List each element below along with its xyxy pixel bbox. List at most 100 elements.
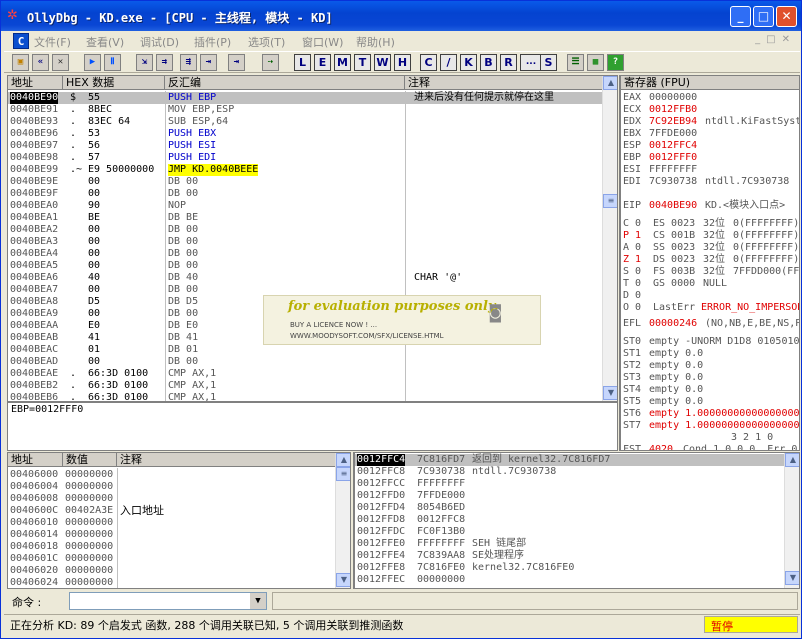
register-row[interactable]: EIP 0040BE90 KD.<模块入口点>	[623, 200, 799, 212]
fpu-row[interactable]: ST1 empty 0.0	[623, 348, 799, 360]
stack-row[interactable]: 0012FFDC FC0F13B0	[355, 526, 784, 538]
disassembly-pane[interactable]: 地址 HEX 数据 反汇编 注释 0040BE90 $55 PUSH EBP 进来后没…	[7, 75, 618, 402]
dump-col-address[interactable]: 地址	[8, 453, 63, 467]
scroll-thumb[interactable]: ≡	[336, 467, 350, 481]
dump-row[interactable]: 0040600C 00402A3E 入口地址	[8, 505, 335, 517]
dump-row[interactable]: 00406018 00000000	[8, 541, 335, 553]
menu-debug[interactable]: 调试(D)	[140, 34, 179, 50]
menu-help[interactable]: 帮助(H)	[356, 34, 395, 50]
window-w-button[interactable]: W	[374, 54, 391, 71]
dump-scrollbar[interactable]: ▲ ≡ ▼	[335, 453, 350, 588]
disasm-row[interactable]: 0040BEA2 00 DB 00	[8, 224, 602, 236]
stack-pane[interactable]: 0012FFC4 7C816FD7 返回到 kernel32.7C816FD7 001…	[353, 452, 800, 589]
fpu-row[interactable]: ST5 empty 0.0	[623, 396, 799, 408]
stack-scrollbar[interactable]: ▲ ▼	[784, 453, 799, 588]
stack-row[interactable]: 0012FFE0 FFFFFFFF SEH 链尾部	[355, 538, 784, 550]
stack-row[interactable]: 0012FFC8 7C930738 ntdll.7C930738	[355, 466, 784, 478]
scroll-down-icon[interactable]: ▼	[603, 386, 617, 400]
stack-row[interactable]: 0012FFE4 7C839AA8 SE处理程序	[355, 550, 784, 562]
disasm-row[interactable]: 0040BEA0 90 NOP	[8, 200, 602, 212]
menu-file[interactable]: 文件(F)	[34, 34, 71, 50]
fpu-row[interactable]: ST7 empty 1.0000000000000000000	[623, 420, 799, 432]
scroll-down-icon[interactable]: ▼	[336, 573, 350, 587]
dump-pane[interactable]: 地址 数值 注释 00406000 00000000 00406004 0000000…	[7, 452, 351, 589]
disasm-row[interactable]: 0040BE93. 83EC 64 SUB ESP,64	[8, 116, 602, 128]
register-row[interactable]: EAX 00000000	[623, 92, 799, 104]
stack-row[interactable]: 0012FFCC FFFFFFFF	[355, 478, 784, 490]
flag-row[interactable]: T 0 GS 0000 NULL	[623, 278, 799, 290]
dump-row[interactable]: 00406024 00000000	[8, 577, 335, 588]
trace-into-icon[interactable]: ⇶	[180, 54, 197, 71]
menu-options[interactable]: 选项(T)	[248, 34, 285, 50]
dump-row[interactable]: 00406008 00000000	[8, 493, 335, 505]
disasm-scrollbar[interactable]: ▲ ≡ ▼	[602, 76, 617, 401]
flag-row[interactable]: D 0	[623, 290, 799, 302]
menu-plugins[interactable]: 插件(P)	[194, 34, 231, 50]
fst-row[interactable]: FST 4020 Cond 1 0 0 0 Err 0	[623, 444, 799, 450]
flag-row[interactable]: A 0 SS 0023 32位 0(FFFFFFFF)	[623, 242, 799, 254]
disasm-row[interactable]: 0040BEA6 40 DB 40 CHAR '@'	[8, 272, 602, 284]
disasm-row[interactable]: 0040BE9E 00 DB 00	[8, 176, 602, 188]
stack-row[interactable]: 0012FFD4 8054B6ED	[355, 502, 784, 514]
step-into-icon[interactable]: ⇲	[136, 54, 153, 71]
register-row[interactable]: EDI 7C930738 ntdll.7C930738	[623, 176, 799, 188]
dump-row[interactable]: 00406020 00000000	[8, 565, 335, 577]
disasm-row[interactable]: 0040BEB2. 66:3D 0100 CMP AX,1	[8, 380, 602, 392]
disasm-row[interactable]: 0040BE96. 53 PUSH EBX	[8, 128, 602, 140]
fpu-row[interactable]: ST0 empty -UNORM D1D8 01050104	[623, 336, 799, 348]
flag-row[interactable]: Z 1 DS 0023 32位 0(FFFFFFFF)	[623, 254, 799, 266]
disasm-row[interactable]: 0040BE99 .~ E9 50000000 JMP KD.0040BEEE	[8, 164, 602, 176]
fpu-row[interactable]: ST6 empty 1.0000000000000000000	[623, 408, 799, 420]
close-button[interactable]: ✕	[776, 6, 797, 27]
disasm-row[interactable]: 0040BE91. 8BEC MOV EBP,ESP	[8, 104, 602, 116]
disasm-row[interactable]: 0040BEAE. 66:3D 0100 CMP AX,1	[8, 368, 602, 380]
window-l-button[interactable]: L	[294, 54, 311, 71]
flag-row[interactable]: P 1 CS 001B 32位 0(FFFFFFFF)	[623, 230, 799, 242]
dump-col-comment[interactable]: 注释	[117, 453, 336, 467]
trace-over-icon[interactable]: ⇥	[200, 54, 217, 71]
command-input[interactable]: ▼	[69, 592, 267, 610]
col-disassembly[interactable]: 反汇编	[165, 76, 405, 90]
efl-row[interactable]: EFL 00000246 (NO,NB,E,BE,NS,PE,GE,LE)	[623, 318, 799, 330]
window-r-button[interactable]: R	[500, 54, 517, 71]
scroll-up-icon[interactable]: ▲	[603, 76, 617, 90]
flag-row[interactable]: O 0 LastErr ERROR_NO_IMPERSONATION	[623, 302, 799, 314]
scroll-down-icon[interactable]: ▼	[785, 571, 799, 585]
col-address[interactable]: 地址	[8, 76, 63, 90]
scroll-up-icon[interactable]: ▲	[336, 453, 350, 467]
disasm-row[interactable]: 0040BE97. 56 PUSH ESI	[8, 140, 602, 152]
goto-icon[interactable]: ⇢	[262, 54, 279, 71]
step-over-icon[interactable]: ⇉	[156, 54, 173, 71]
minimize-button[interactable]: _	[730, 6, 751, 27]
disasm-row[interactable]: 0040BEA4 00 DB 00	[8, 248, 602, 260]
col-comment[interactable]: 注释	[405, 76, 603, 90]
dump-row[interactable]: 00406014 00000000	[8, 529, 335, 541]
col-hex[interactable]: HEX 数据	[63, 76, 165, 90]
dump-row[interactable]: 00406010 00000000	[8, 517, 335, 529]
pause-icon[interactable]: Ⅱ	[104, 54, 121, 71]
scroll-thumb[interactable]: ≡	[603, 194, 617, 208]
register-row[interactable]: EDX 7C92EB94 ntdll.KiFastSystemCallRet	[623, 116, 799, 128]
dump-col-value[interactable]: 数值	[63, 453, 117, 467]
menu-window[interactable]: 窗口(W)	[302, 34, 343, 50]
open-icon[interactable]: ▣	[12, 54, 29, 71]
disasm-row[interactable]: 0040BE9F 00 DB 00	[8, 188, 602, 200]
window-e-button[interactable]: E	[314, 54, 331, 71]
mdi-window-controls[interactable]: _□✕	[755, 34, 796, 45]
stack-row[interactable]: 0012FFC4 7C816FD7 返回到 kernel32.7C816FD7	[355, 454, 784, 466]
register-row[interactable]: ESP 0012FFC4	[623, 140, 799, 152]
window-k-button[interactable]: K	[460, 54, 477, 71]
disasm-row[interactable]: 0040BEAD 00 DB 00	[8, 356, 602, 368]
list-icon[interactable]: ☰	[567, 54, 584, 71]
fpu-row[interactable]: ST3 empty 0.0	[623, 372, 799, 384]
registers-pane[interactable]: 寄存器 (FPU) EAX 00000000 ECX 0012FFB0 EDX 7C92E…	[619, 75, 800, 451]
window-c-button[interactable]: C	[420, 54, 437, 71]
dump-row[interactable]: 00406000 00000000	[8, 469, 335, 481]
register-row[interactable]: EBP 0012FFF0	[623, 152, 799, 164]
stack-row[interactable]: 0012FFD8 0012FFC8	[355, 514, 784, 526]
registers-header[interactable]: 寄存器 (FPU)	[621, 76, 799, 90]
register-row[interactable]	[623, 188, 799, 200]
stack-row[interactable]: 0012FFE8 7C816FE0 kernel32.7C816FE0	[355, 562, 784, 574]
disasm-row[interactable]: 0040BEB6. 66:3D 0100 CMP AX,1	[8, 392, 602, 401]
disasm-row[interactable]: 0040BE98. 57 PUSH EDI	[8, 152, 602, 164]
